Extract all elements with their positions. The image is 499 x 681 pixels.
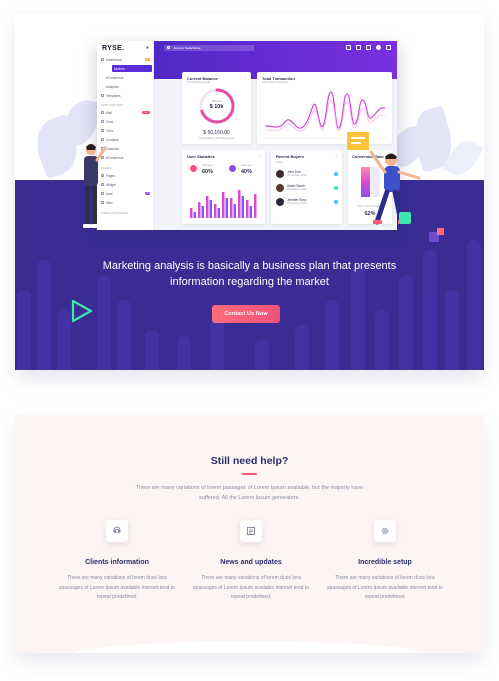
more-icon[interactable]: ⋮ [257,153,261,158]
feature-title: Clients information [85,559,149,566]
list-item[interactable]: Jennifer Rose 25 January 2019 [276,197,338,209]
square-decoration [437,228,444,235]
feature-news-and-updates: News and updates There are many variatio… [186,520,316,603]
feature-title: Incredible setup [358,559,412,566]
feature-clients-information: Clients information There are many varia… [52,520,182,603]
feature-incredible-setup: Incredible setup There are many variatio… [320,520,450,603]
sidebar-item-ecommerce[interactable]: eCommerce [101,74,150,81]
chat-icon [101,120,104,123]
avatar [276,184,284,192]
more-icon[interactable]: ⋮ [243,75,247,80]
template-icon [101,94,104,97]
sidebar-item-analytics[interactable]: Analytics [101,83,150,90]
status-dot-icon [334,186,338,190]
sidebar-item-todo[interactable]: ToDo [101,127,150,134]
contact-us-button[interactable]: Contact Us Now [212,305,280,323]
mail-icon[interactable] [356,45,361,50]
sidebar-item-templates[interactable]: Templates [101,92,150,99]
feature-title: News and updates [220,559,282,566]
help-section: Still need help? There are many variatio… [15,415,484,653]
hero-section: RYSE. ● Dashboard 4 Modern eCommerce Anal… [15,14,484,370]
home-icon [101,58,104,61]
mail-icon [101,111,104,114]
check-icon [101,129,104,132]
user-statistics-card: User Statistics ⋮ This year 60% Last yea… [182,150,265,224]
gear-icon [374,520,396,542]
feature-text: There are many variations of lorem duos … [59,575,175,600]
more-icon[interactable]: ⋮ [334,153,338,158]
status-dot-icon [334,172,338,176]
feature-text: There are many variations of lorem duos … [327,575,443,600]
avatar[interactable] [376,45,381,50]
stat-this-year-icon [190,165,197,172]
list-item[interactable]: John Doe 25 January 2019 [276,169,338,181]
status-dot-icon [334,200,338,204]
bottom-wave-decoration [70,641,430,653]
brand-logo: RYSE. [102,45,125,52]
help-title: Still need help? [210,455,289,467]
settings-icon[interactable] [386,45,391,50]
feature-text: There are many variations of lorem duos … [193,575,309,600]
current-balance-card: Current Balance The balancing cycle ⋮ Ba… [182,72,251,144]
sidebar-section-header: APPLICATIONS [101,103,124,107]
help-description: There are many variations of lorem passa… [135,485,364,501]
avatar [276,170,284,178]
search-icon [167,46,170,49]
bell-icon[interactable] [366,45,371,50]
search-input[interactable]: Explore Nakarfellow [164,45,254,51]
sidebar-toggle-icon[interactable]: ● [146,45,149,51]
sidebar-item-mail[interactable]: Mail new [101,109,150,116]
title-underline [242,473,257,475]
support-icon [106,520,128,542]
sidebar-item-chat[interactable]: Chat [101,118,150,125]
dashboard-topbar: Explore Nakarfellow [154,41,397,55]
person-left-illustration [83,144,107,228]
sidebar-item-dashboard[interactable]: Dashboard 4 [101,56,150,63]
hero-headline: Marketing analysis is basically a busine… [102,260,397,288]
newspaper-icon [240,520,262,542]
sidebar-item-modern[interactable]: Modern [112,65,152,72]
person-right-illustration [347,132,421,225]
avatar [276,198,284,206]
expand-icon[interactable] [346,45,351,50]
contacts-icon [101,138,104,141]
topbar-icons [346,45,391,50]
stat-last-year-icon [229,165,236,172]
recent-buyers-card: Recent Buyers ⋮ Today John Doe 25 Januar… [271,150,342,224]
play-icon [71,299,93,323]
user-statistics-bars [190,190,257,218]
list-item[interactable]: Adam Sarah 25 January 2019 [276,183,338,195]
